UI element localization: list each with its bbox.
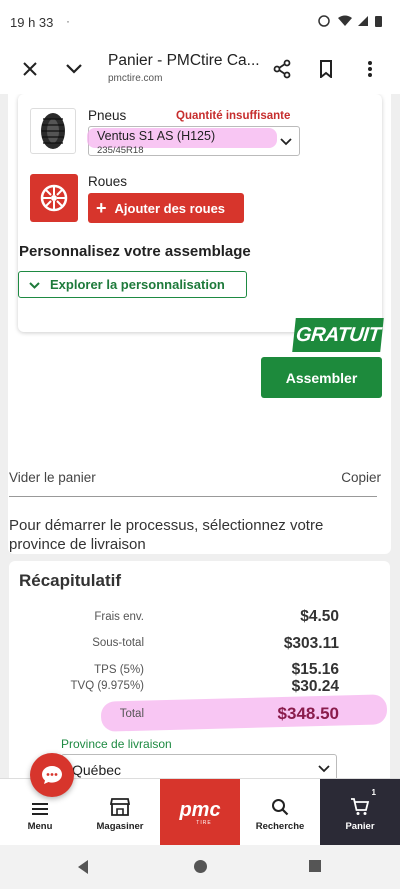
nav-shop-label: Magasiner (96, 821, 144, 832)
wheels-label: Roues (88, 174, 128, 189)
store-icon (110, 792, 130, 816)
tire-select[interactable]: Ventus S1 AS (H125) 235/45R18 (87, 126, 300, 156)
empty-cart-link[interactable]: Vider le panier (9, 470, 96, 485)
tire-size: 235/45R18 (97, 145, 144, 156)
province-label: Province de livraison (61, 737, 172, 751)
tire-icon (41, 113, 65, 149)
status-icons (318, 14, 388, 31)
nav-search-label: Recherche (255, 821, 305, 832)
chevron-down-icon (318, 762, 330, 776)
shipping-label: Frais env. (94, 611, 144, 623)
nav-shop[interactable]: Magasiner (80, 779, 160, 845)
total-label: Total (119, 708, 144, 720)
nav-cart-label: Panier (345, 821, 375, 832)
cart-links: Vider le panier Copier (0, 462, 400, 490)
nav-cart[interactable]: 1 Panier (320, 779, 400, 845)
status-system-icons (318, 15, 382, 27)
quantity-warning: Quantité insuffisante (176, 110, 291, 122)
page-domain: pmctire.com (108, 73, 163, 84)
total-value: $348.50 (277, 704, 339, 723)
chevron-down-icon[interactable] (59, 54, 89, 84)
logo-subtext: TIRE (196, 820, 211, 826)
summary-card: Récapitulatif Frais env. $4.50 Sous-tota… (9, 561, 390, 778)
customize-heading: Personnalisez votre assemblage (19, 243, 251, 260)
status-time: 19 h 33 (10, 15, 54, 30)
shipping-value: $4.50 (300, 608, 339, 625)
cart-icon: 1 (350, 788, 376, 816)
province-prompt: Pour démarrer le processus, sélectionnez… (9, 517, 324, 553)
tire-name: Ventus S1 AS (H125) (97, 129, 216, 143)
subtotal-label: Sous-total (92, 637, 144, 649)
copy-cart-link[interactable]: Copier (341, 470, 381, 485)
plus-icon: + (96, 197, 107, 218)
page-title: Panier - PMCtire Ca... (108, 52, 260, 69)
add-wheels-button[interactable]: + Ajouter des roues (88, 193, 244, 223)
status-dot: · (66, 14, 70, 28)
status-bar: 19 h 33 · (0, 0, 400, 44)
explore-customization-button[interactable]: Explorer la personnalisation (18, 271, 247, 298)
explore-label: Explorer la personnalisation (50, 277, 225, 292)
qst-value: $30.24 (291, 678, 339, 695)
bookmark-icon[interactable] (311, 54, 341, 84)
back-icon[interactable] (76, 859, 90, 880)
tire-thumbnail (30, 108, 76, 154)
chevron-down-icon (29, 278, 40, 292)
qst-label: TVQ (9.975%) (70, 680, 145, 692)
chat-icon (42, 766, 62, 784)
cart-count: 1 (371, 788, 376, 797)
pmc-logo-icon: pmc TIRE (178, 799, 220, 826)
province-value: Québec (72, 762, 122, 778)
gst-label: TPS (5%) (94, 664, 144, 676)
summary-title: Récapitulatif (19, 571, 122, 590)
chevron-down-icon (277, 133, 295, 151)
nav-menu-label: Menu (27, 821, 53, 832)
divider (9, 496, 377, 497)
gst-value: $15.16 (291, 661, 339, 678)
nav-search[interactable]: Recherche (240, 779, 320, 845)
page-content: Pneus Quantité insuffisante Ventus S1 AS… (0, 94, 400, 778)
more-vert-icon[interactable] (355, 54, 385, 84)
province-select[interactable]: Québec (61, 754, 337, 778)
close-icon[interactable] (15, 54, 45, 84)
home-icon[interactable] (193, 859, 208, 879)
pmc-logo[interactable]: pmc TIRE (160, 779, 240, 845)
logo-text: pmc (178, 799, 220, 821)
free-badge: GRATUIT (292, 318, 384, 352)
android-nav-bar (0, 845, 400, 889)
recents-icon[interactable] (308, 859, 322, 878)
add-wheels-label: Ajouter des roues (114, 200, 226, 216)
assemble-button[interactable]: Assembler (261, 357, 382, 398)
tires-label: Pneus (88, 108, 127, 123)
browser-toolbar: Panier - PMCtire Ca... pmctire.com (0, 44, 400, 94)
search-icon (271, 792, 289, 816)
share-icon[interactable] (267, 54, 297, 84)
chat-button[interactable] (30, 753, 74, 797)
wheel-thumbnail (30, 174, 78, 222)
wheel-icon (40, 184, 68, 212)
subtotal-value: $303.11 (283, 635, 339, 652)
